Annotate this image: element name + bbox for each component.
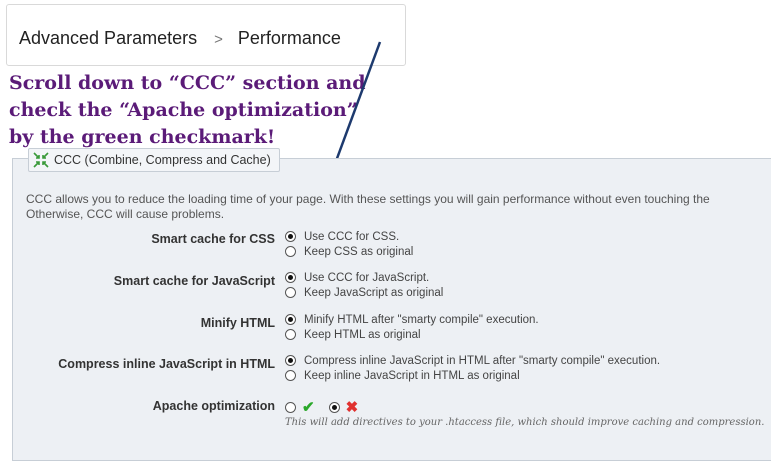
- breadcrumb-trail: Advanced Parameters > Performance: [19, 28, 341, 49]
- option-inline-js-compress-label: Compress inline JavaScript in HTML after…: [304, 355, 661, 367]
- radio-css-keep[interactable]: [285, 246, 296, 257]
- annotation-line-2: check the “Apache optimization”: [9, 99, 358, 121]
- option-html-minify[interactable]: Minify HTML after "smarty compile" execu…: [285, 313, 539, 328]
- radio-inline-js-keep[interactable]: [285, 370, 296, 381]
- option-inline-js-keep[interactable]: Keep inline JavaScript in HTML as origin…: [285, 369, 520, 384]
- cross-icon[interactable]: ✖: [346, 398, 359, 416]
- label-smart-cache-css: Smart cache for CSS: [151, 232, 275, 246]
- option-html-keep[interactable]: Keep HTML as original: [285, 328, 421, 343]
- breadcrumb-separator-icon: >: [214, 31, 223, 48]
- apache-optimization-toggle: ✔ ✖: [285, 398, 359, 416]
- option-css-use-ccc-label: Use CCC for CSS.: [304, 231, 400, 243]
- option-inline-js-keep-label: Keep inline JavaScript in HTML as origin…: [304, 370, 520, 382]
- radio-apache-yes[interactable]: [285, 402, 296, 413]
- label-minify-html: Minify HTML: [200, 316, 275, 330]
- option-html-keep-label: Keep HTML as original: [304, 329, 421, 341]
- label-apache-optimization: Apache optimization: [152, 399, 275, 413]
- compress-arrows-icon: [33, 152, 49, 168]
- option-css-use-ccc[interactable]: Use CCC for CSS.: [285, 230, 399, 245]
- ccc-section-title: CCC (Combine, Compress and Cache): [28, 148, 280, 172]
- breadcrumb-parent[interactable]: Advanced Parameters: [19, 28, 197, 48]
- checkmark-icon[interactable]: ✔: [302, 398, 315, 416]
- radio-css-use-ccc[interactable]: [285, 231, 296, 242]
- radio-html-minify[interactable]: [285, 314, 296, 325]
- breadcrumb-current: Performance: [237, 28, 341, 48]
- option-css-keep[interactable]: Keep CSS as original: [285, 245, 413, 260]
- option-js-use-ccc-label: Use CCC for JavaScript.: [304, 272, 430, 284]
- description-line-1: CCC allows you to reduce the loading tim…: [26, 192, 710, 206]
- radio-js-keep[interactable]: [285, 287, 296, 298]
- instruction-annotation: Scroll down to “CCC” section and check t…: [9, 70, 369, 151]
- option-js-keep[interactable]: Keep JavaScript as original: [285, 286, 443, 301]
- annotation-line-1: Scroll down to “CCC” section and: [9, 72, 366, 94]
- label-smart-cache-js: Smart cache for JavaScript: [113, 274, 275, 288]
- radio-html-keep[interactable]: [285, 329, 296, 340]
- option-js-use-ccc[interactable]: Use CCC for JavaScript.: [285, 271, 429, 286]
- radio-apache-no[interactable]: [328, 402, 340, 413]
- option-html-minify-label: Minify HTML after "smarty compile" execu…: [304, 314, 539, 326]
- option-inline-js-compress[interactable]: Compress inline JavaScript in HTML after…: [285, 354, 660, 369]
- legend-label: CCC (Combine, Compress and Cache): [54, 153, 271, 167]
- option-css-keep-label: Keep CSS as original: [304, 246, 414, 258]
- radio-js-use-ccc[interactable]: [285, 272, 296, 283]
- radio-inline-js-compress[interactable]: [285, 355, 296, 366]
- label-compress-inline-js: Compress inline JavaScript in HTML: [58, 357, 275, 371]
- breadcrumb: Advanced Parameters > Performance: [6, 4, 406, 66]
- annotation-line-3: by the green checkmark!: [9, 126, 276, 148]
- apache-optimization-hint: This will add directives to your .htacce…: [285, 417, 765, 428]
- description-line-2: Otherwise, CCC will cause problems.: [26, 207, 225, 221]
- option-js-keep-label: Keep JavaScript as original: [304, 287, 444, 299]
- section-description: CCC allows you to reduce the loading tim…: [26, 192, 771, 222]
